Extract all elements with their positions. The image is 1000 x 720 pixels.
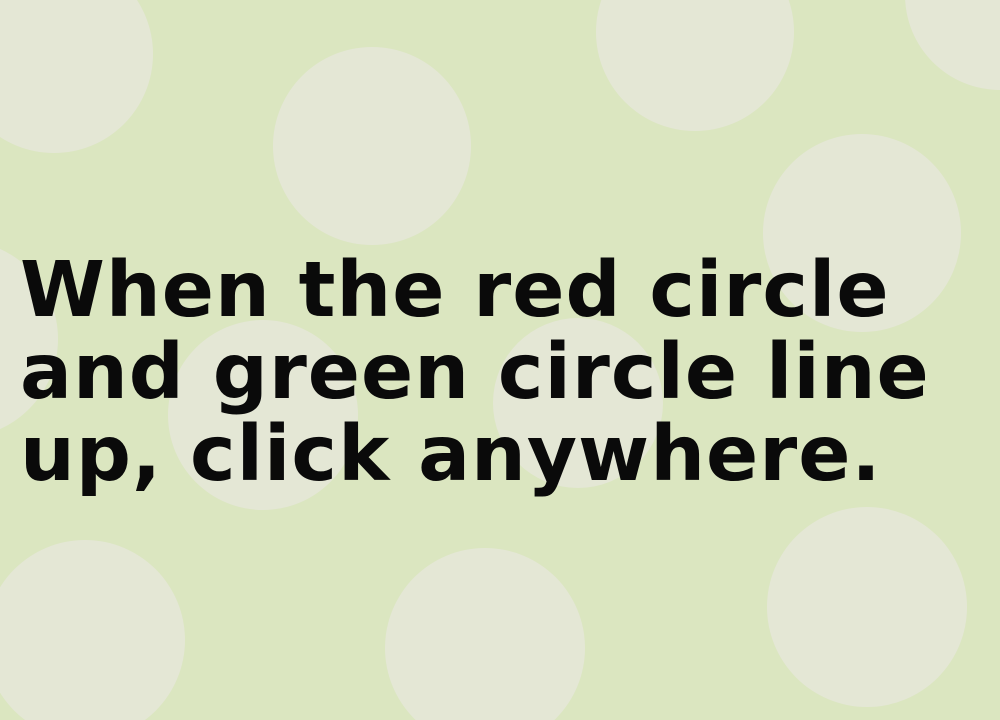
background-dot [385,548,585,720]
background-dot [905,0,1000,90]
game-stage[interactable]: When the red circle and green circle lin… [0,0,1000,720]
background-dot [596,0,794,131]
background-dot [767,507,967,707]
instruction-text: When the red circle and green circle lin… [20,246,930,499]
background-dot [0,540,185,720]
background-dot [273,47,471,245]
background-dot [0,0,153,153]
